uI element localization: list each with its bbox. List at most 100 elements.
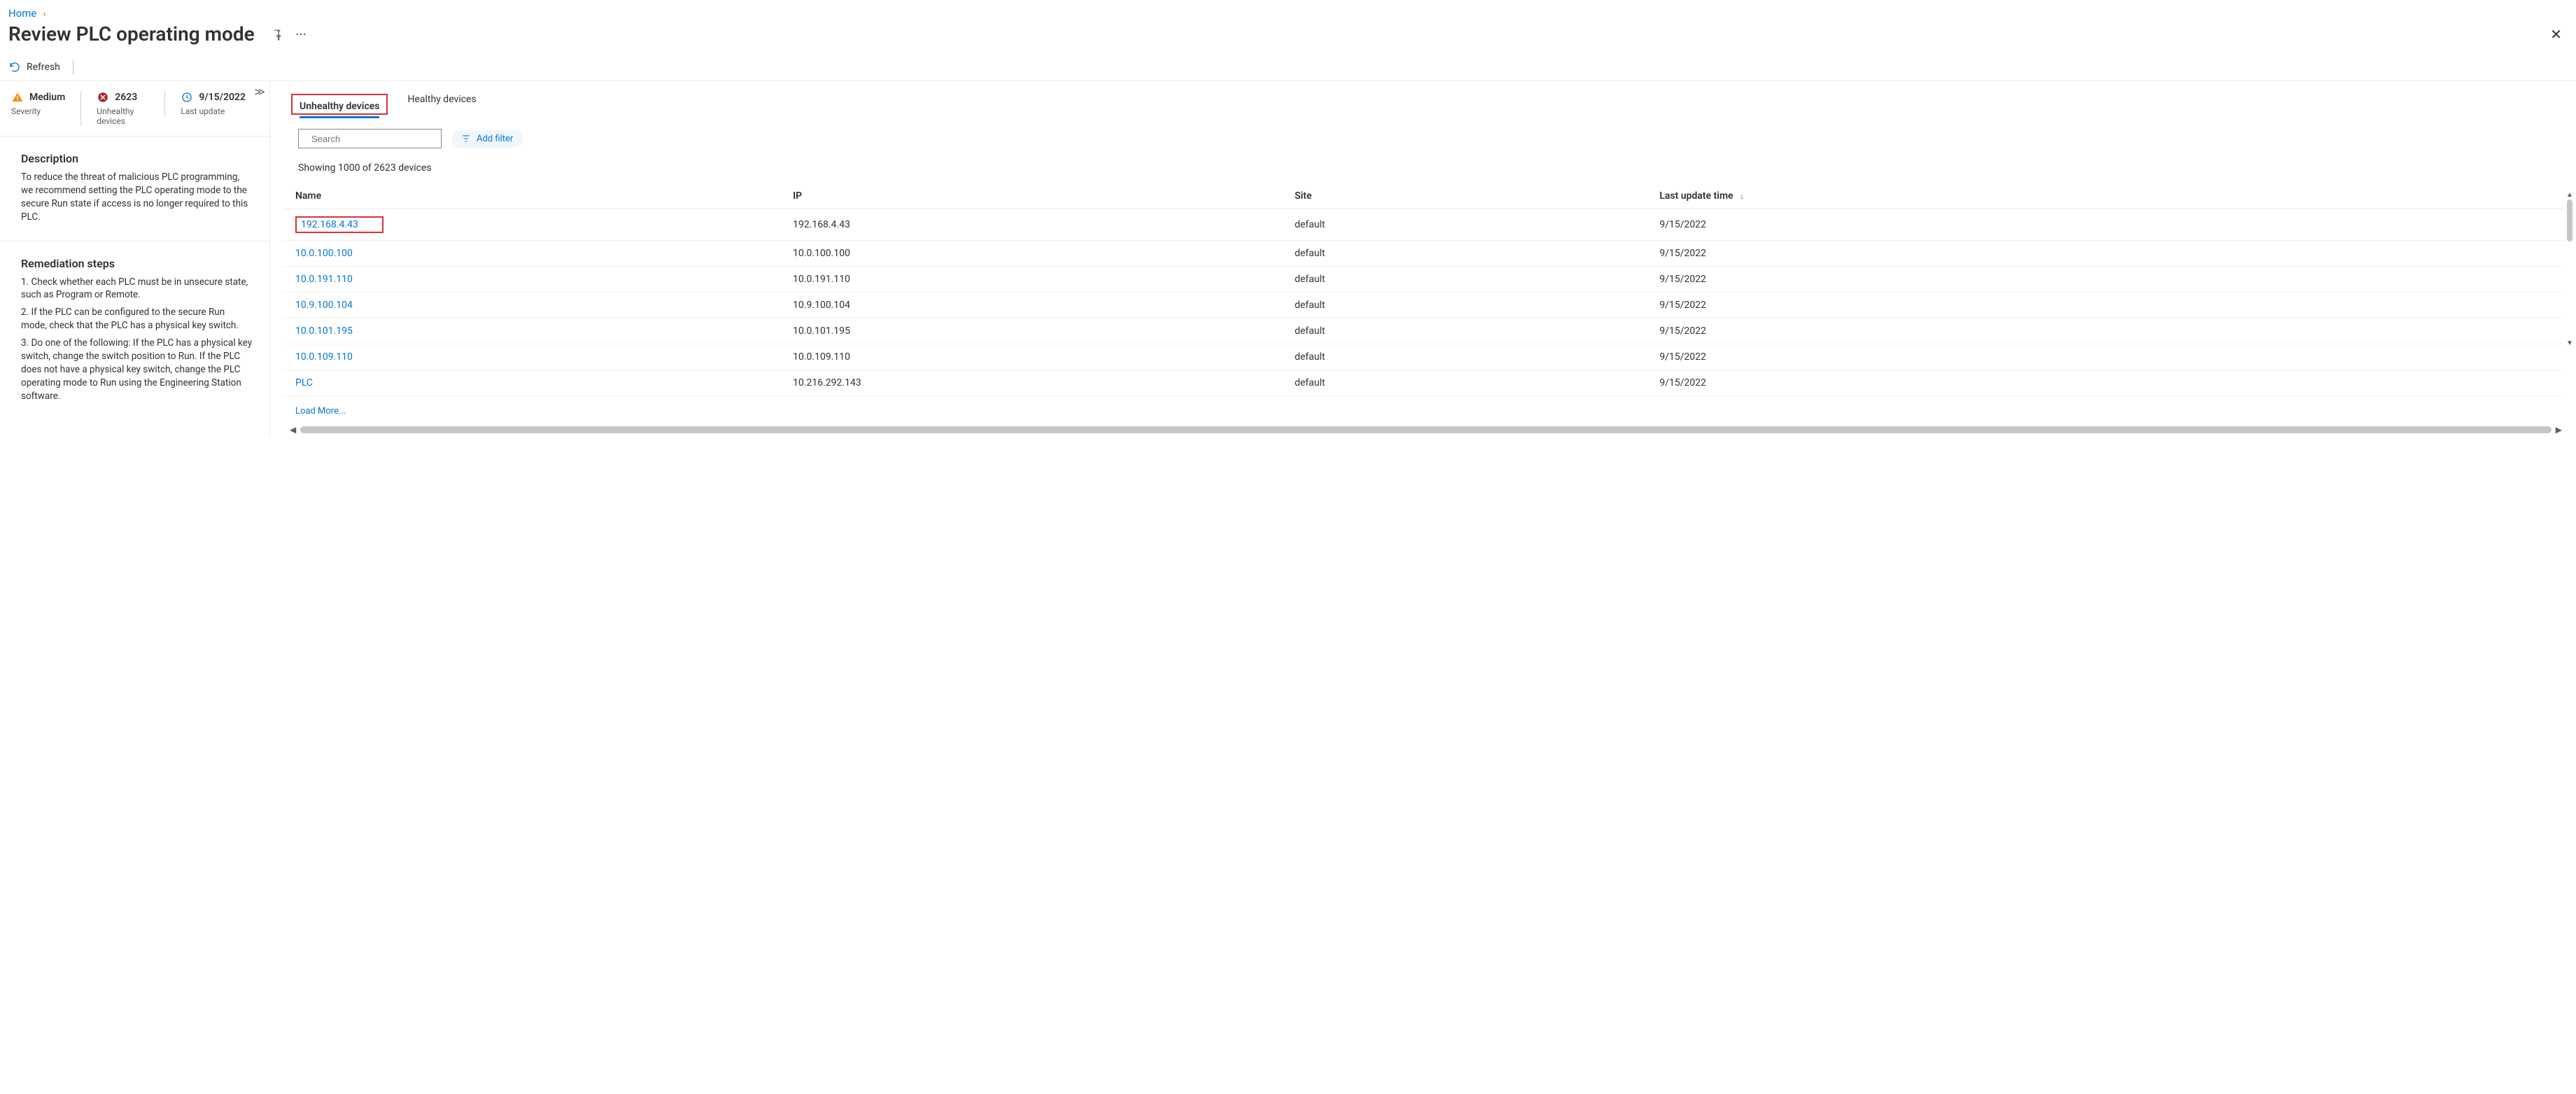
device-last-update: 9/15/2022	[1651, 241, 2563, 267]
side-pane: Medium Severity 2623 Unhealthy devices 9…	[0, 81, 270, 437]
last-update-value: 9/15/2022	[199, 92, 246, 103]
tabs: Unhealthy devices Healthy devices	[283, 81, 2563, 115]
scroll-thumb[interactable]	[2567, 199, 2573, 241]
clock-icon	[181, 91, 193, 104]
device-name-link[interactable]: 10.0.109.110	[295, 351, 353, 363]
description-heading: Description	[21, 152, 253, 165]
description-body: To reduce the threat of malicious PLC pr…	[21, 171, 253, 224]
device-ip: 10.0.101.195	[784, 318, 1286, 344]
load-more: Load More...	[283, 396, 2563, 421]
device-ip: 10.0.109.110	[784, 344, 1286, 370]
table-row[interactable]: 10.0.101.195 10.0.101.195 default 9/15/2…	[283, 318, 2563, 344]
device-site: default	[1286, 293, 1651, 318]
device-ip: 10.0.100.100	[784, 241, 1286, 267]
device-name-link[interactable]: PLC	[295, 377, 313, 388]
add-filter-button[interactable]: Add filter	[451, 130, 523, 148]
device-site: default	[1286, 241, 1651, 267]
severity-value: Medium	[29, 92, 65, 103]
search-box[interactable]	[298, 129, 442, 148]
devices-table: Name IP Site Last update time ↓ 192.168.…	[283, 183, 2563, 396]
vertical-scrollbar[interactable]: ▲ ▼	[2566, 190, 2573, 348]
close-icon[interactable]: ✕	[2545, 23, 2568, 45]
summary-unhealthy: 2623 Unhealthy devices	[80, 91, 164, 126]
remediation-step: 2. If the PLC can be configured to the s…	[21, 306, 253, 332]
scroll-up-icon[interactable]: ▲	[2566, 191, 2573, 199]
summary-strip: Medium Severity 2623 Unhealthy devices 9…	[0, 81, 269, 136]
filter-icon	[461, 134, 471, 143]
horizontal-scrollbar[interactable]: ◀ ▶	[283, 421, 2563, 437]
remediation-section: Remediation steps 1. Check whether each …	[0, 241, 269, 420]
refresh-button[interactable]: Refresh	[8, 61, 60, 73]
refresh-icon	[8, 61, 21, 73]
device-ip: 10.216.292.143	[784, 370, 1286, 396]
list-toolbar: Add filter	[283, 115, 2563, 154]
column-ip[interactable]: IP	[784, 183, 1286, 209]
remediation-heading: Remediation steps	[21, 257, 253, 270]
device-last-update: 9/15/2022	[1651, 209, 2563, 241]
device-name-link[interactable]: 192.168.4.43	[301, 219, 358, 230]
expand-summary-icon[interactable]: ≫	[254, 85, 265, 98]
device-site: default	[1286, 370, 1651, 396]
sort-descending-icon: ↓	[1740, 191, 1744, 201]
device-name-link[interactable]: 10.9.100.104	[295, 300, 353, 311]
device-site: default	[1286, 209, 1651, 241]
column-last-update-label: Last update time	[1659, 190, 1733, 202]
column-name[interactable]: Name	[283, 183, 784, 209]
page-title: Review PLC operating mode	[8, 22, 255, 45]
device-name-link[interactable]: 10.0.191.110	[295, 274, 353, 285]
column-last-update[interactable]: Last update time ↓	[1651, 183, 2563, 209]
tab-unhealthy-devices[interactable]: Unhealthy devices	[300, 101, 379, 118]
table-row[interactable]: PLC 10.216.292.143 default 9/15/2022	[283, 370, 2563, 396]
load-more-link[interactable]: Load More...	[295, 406, 346, 416]
unhealthy-value: 2623	[115, 92, 137, 103]
row-highlight: 192.168.4.43	[295, 216, 383, 233]
device-site: default	[1286, 318, 1651, 344]
scroll-left-icon[interactable]: ◀	[290, 425, 296, 435]
device-last-update: 9/15/2022	[1651, 370, 2563, 396]
device-ip: 10.0.191.110	[784, 267, 1286, 293]
scroll-right-icon[interactable]: ▶	[2556, 425, 2562, 435]
device-last-update: 9/15/2022	[1651, 293, 2563, 318]
remediation-step: 1. Check whether each PLC must be in uns…	[21, 276, 253, 302]
pin-icon[interactable]	[270, 27, 284, 41]
device-ip: 192.168.4.43	[784, 209, 1286, 241]
title-row: Review PLC operating mode ✕	[0, 22, 2576, 54]
refresh-label: Refresh	[27, 62, 60, 73]
results-count: Showing 1000 of 2623 devices	[283, 154, 2563, 183]
summary-last-update: 9/15/2022 Last update	[164, 91, 261, 116]
device-site: default	[1286, 344, 1651, 370]
description-section: Description To reduce the threat of mali…	[0, 136, 269, 241]
table-row[interactable]: 10.0.100.100 10.0.100.100 default 9/15/2…	[283, 241, 2563, 267]
device-name-link[interactable]: 10.0.101.195	[295, 325, 353, 337]
search-input[interactable]	[310, 133, 436, 145]
scroll-down-icon[interactable]: ▼	[2566, 339, 2573, 347]
breadcrumb-home-link[interactable]: Home	[8, 7, 36, 20]
device-site: default	[1286, 267, 1651, 293]
device-name-link[interactable]: 10.0.100.100	[295, 248, 353, 259]
add-filter-label: Add filter	[477, 134, 513, 144]
tab-healthy-devices[interactable]: Healthy devices	[407, 94, 476, 115]
summary-severity: Medium Severity	[11, 91, 80, 116]
last-update-label: Last update	[181, 106, 246, 116]
warning-triangle-icon	[11, 91, 24, 104]
error-circle-icon	[97, 91, 109, 104]
column-site[interactable]: Site	[1286, 183, 1651, 209]
more-icon[interactable]	[294, 27, 308, 41]
device-ip: 10.9.100.104	[784, 293, 1286, 318]
content-pane: Unhealthy devices Healthy devices Add fi…	[270, 81, 2576, 437]
table-row[interactable]: 192.168.4.43 192.168.4.43 default 9/15/2…	[283, 209, 2563, 241]
table-row[interactable]: 10.0.191.110 10.0.191.110 default 9/15/2…	[283, 267, 2563, 293]
unhealthy-label: Unhealthy devices	[97, 106, 149, 126]
command-bar: Refresh	[0, 54, 2576, 81]
main-layout: Medium Severity 2623 Unhealthy devices 9…	[0, 81, 2576, 437]
severity-label: Severity	[11, 106, 65, 116]
device-last-update: 9/15/2022	[1651, 318, 2563, 344]
device-last-update: 9/15/2022	[1651, 267, 2563, 293]
table-row[interactable]: 10.9.100.104 10.9.100.104 default 9/15/2…	[283, 293, 2563, 318]
scroll-track[interactable]	[300, 426, 2552, 433]
chevron-right-icon: ›	[43, 9, 46, 19]
remediation-step: 3. Do one of the following: If the PLC h…	[21, 337, 253, 402]
breadcrumb: Home ›	[0, 0, 2576, 22]
title-actions	[270, 27, 308, 41]
table-row[interactable]: 10.0.109.110 10.0.109.110 default 9/15/2…	[283, 344, 2563, 370]
